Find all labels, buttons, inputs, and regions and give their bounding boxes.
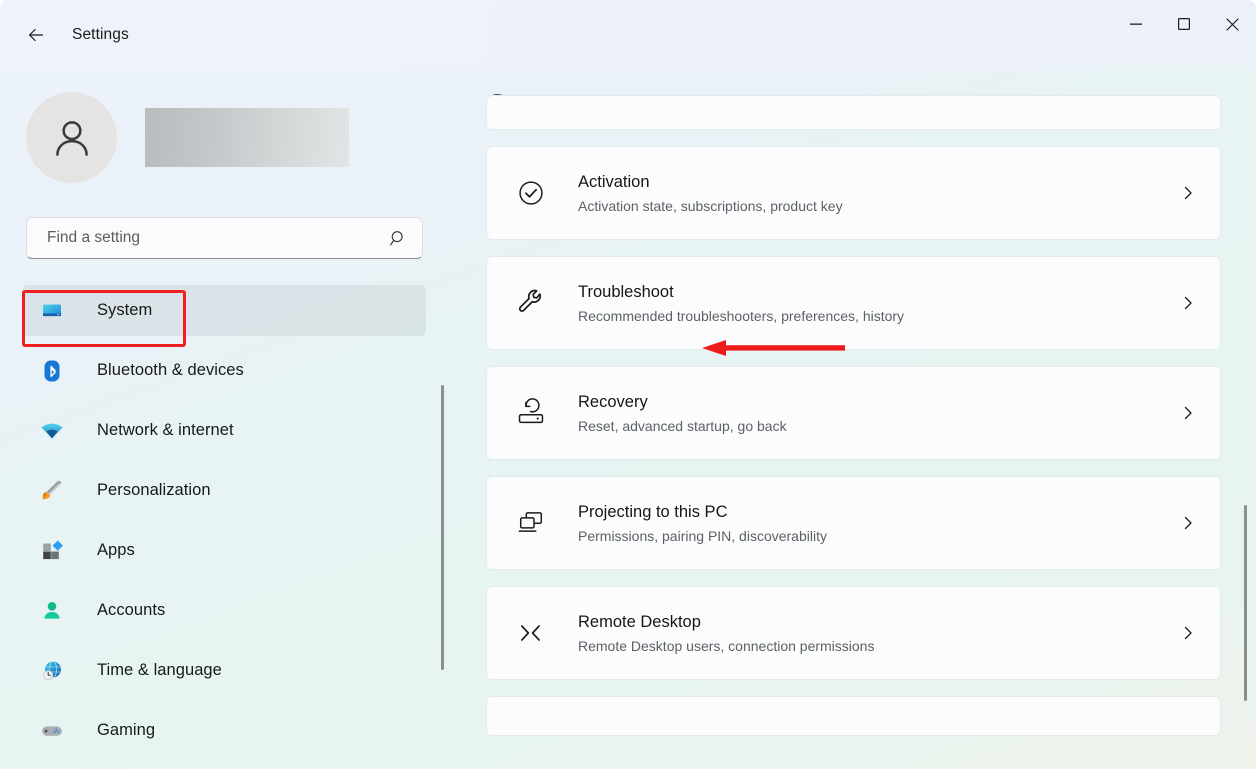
monitor-icon bbox=[40, 299, 64, 323]
sidebar-item-label: Accounts bbox=[97, 601, 165, 620]
chevron-right-icon[interactable] bbox=[1180, 405, 1196, 421]
search-box[interactable] bbox=[26, 217, 423, 259]
wifi-icon bbox=[40, 419, 64, 443]
settings-card-title: Remote Desktop bbox=[578, 611, 874, 633]
person-avatar-icon bbox=[47, 113, 97, 163]
back-arrow-icon bbox=[25, 24, 47, 46]
minimize-icon bbox=[1130, 18, 1142, 30]
sidebar-item-network-internet[interactable]: Network & internet bbox=[22, 405, 426, 456]
search-input[interactable] bbox=[47, 229, 389, 247]
chevron-right-icon[interactable] bbox=[1180, 185, 1196, 201]
chevron-right-icon[interactable] bbox=[1180, 295, 1196, 311]
sidebar-scrollbar[interactable] bbox=[441, 385, 444, 670]
settings-card-subtitle: Permissions, pairing PIN, discoverabilit… bbox=[578, 526, 827, 546]
settings-card-activation[interactable]: Activation Activation state, subscriptio… bbox=[486, 146, 1221, 240]
bluetooth-icon bbox=[40, 359, 64, 383]
sidebar-item-label: Time & language bbox=[97, 661, 222, 680]
settings-card-partial-top[interactable] bbox=[486, 95, 1221, 130]
sidebar-item-time-language[interactable]: Time & language bbox=[22, 645, 426, 696]
settings-card-text: Activation Activation state, subscriptio… bbox=[578, 171, 843, 216]
sidebar-item-system[interactable]: System bbox=[22, 285, 426, 336]
main-content: System Activation Activation state, subs… bbox=[460, 70, 1256, 769]
window-controls bbox=[1112, 0, 1256, 48]
window-title: Settings bbox=[72, 26, 129, 44]
settings-window: Settings bbox=[0, 0, 1256, 769]
account-profile[interactable] bbox=[26, 92, 349, 183]
settings-card-title: Activation bbox=[578, 171, 843, 193]
sidebar-item-gaming[interactable]: Gaming bbox=[22, 705, 426, 756]
settings-card-subtitle: Reset, advanced startup, go back bbox=[578, 416, 787, 436]
sidebar-item-bluetooth-devices[interactable]: Bluetooth & devices bbox=[22, 345, 426, 396]
sidebar-item-label: Personalization bbox=[97, 481, 211, 500]
settings-card-subtitle: Activation state, subscriptions, product… bbox=[578, 196, 843, 216]
chevron-right-icon[interactable] bbox=[1180, 625, 1196, 641]
sidebar-item-label: System bbox=[97, 301, 152, 320]
remote-desktop-icon bbox=[513, 615, 549, 651]
settings-card-title: Recovery bbox=[578, 391, 787, 413]
sidebar-item-accounts[interactable]: Accounts bbox=[22, 585, 426, 636]
title-bar: Settings bbox=[0, 0, 1256, 70]
settings-card-text: Recovery Reset, advanced startup, go bac… bbox=[578, 391, 787, 436]
close-icon bbox=[1226, 18, 1239, 31]
project-screens-icon bbox=[513, 505, 549, 541]
sidebar-item-label: Apps bbox=[97, 541, 135, 560]
search-icon[interactable] bbox=[389, 229, 408, 248]
settings-card-list: Activation Activation state, subscriptio… bbox=[486, 154, 1221, 752]
settings-card-text: Remote Desktop Remote Desktop users, con… bbox=[578, 611, 874, 656]
wrench-icon bbox=[513, 285, 549, 321]
back-button[interactable] bbox=[16, 15, 56, 55]
settings-card-title: Troubleshoot bbox=[578, 281, 904, 303]
settings-card-text: Projecting to this PC Permissions, pairi… bbox=[578, 501, 827, 546]
settings-card-title: Projecting to this PC bbox=[578, 501, 827, 523]
recovery-drive-icon bbox=[513, 395, 549, 431]
main-scrollbar[interactable] bbox=[1244, 505, 1247, 701]
globe-clock-icon bbox=[40, 659, 64, 683]
settings-card-recovery[interactable]: Recovery Reset, advanced startup, go bac… bbox=[486, 366, 1221, 460]
sidebar-item-label: Gaming bbox=[97, 721, 155, 740]
minimize-button[interactable] bbox=[1112, 0, 1160, 48]
settings-card-projecting-to-this-pc[interactable]: Projecting to this PC Permissions, pairi… bbox=[486, 476, 1221, 570]
person-icon bbox=[40, 599, 64, 623]
account-name-redacted bbox=[145, 108, 349, 167]
settings-card-troubleshoot[interactable]: Troubleshoot Recommended troubleshooters… bbox=[486, 256, 1221, 350]
settings-card-subtitle: Recommended troubleshooters, preferences… bbox=[578, 306, 904, 326]
sidebar-item-apps[interactable]: Apps bbox=[22, 525, 426, 576]
sidebar: System Bluetooth & devices bbox=[0, 70, 460, 769]
settings-card-partial-bottom[interactable] bbox=[486, 696, 1221, 736]
apps-icon bbox=[40, 539, 64, 563]
avatar bbox=[26, 92, 117, 183]
sidebar-item-label: Bluetooth & devices bbox=[97, 361, 244, 380]
close-button[interactable] bbox=[1208, 0, 1256, 48]
chevron-right-icon[interactable] bbox=[1180, 515, 1196, 531]
settings-card-remote-desktop[interactable]: Remote Desktop Remote Desktop users, con… bbox=[486, 586, 1221, 680]
maximize-icon bbox=[1178, 18, 1190, 30]
paintbrush-icon bbox=[40, 479, 64, 503]
check-circle-icon bbox=[513, 175, 549, 211]
sidebar-nav: System Bluetooth & devices bbox=[22, 285, 426, 765]
search-container bbox=[26, 217, 423, 259]
sidebar-item-personalization[interactable]: Personalization bbox=[22, 465, 426, 516]
maximize-button[interactable] bbox=[1160, 0, 1208, 48]
settings-card-text: Troubleshoot Recommended troubleshooters… bbox=[578, 281, 904, 326]
gamepad-icon bbox=[40, 719, 64, 743]
sidebar-item-label: Network & internet bbox=[97, 421, 234, 440]
settings-card-subtitle: Remote Desktop users, connection permiss… bbox=[578, 636, 874, 656]
